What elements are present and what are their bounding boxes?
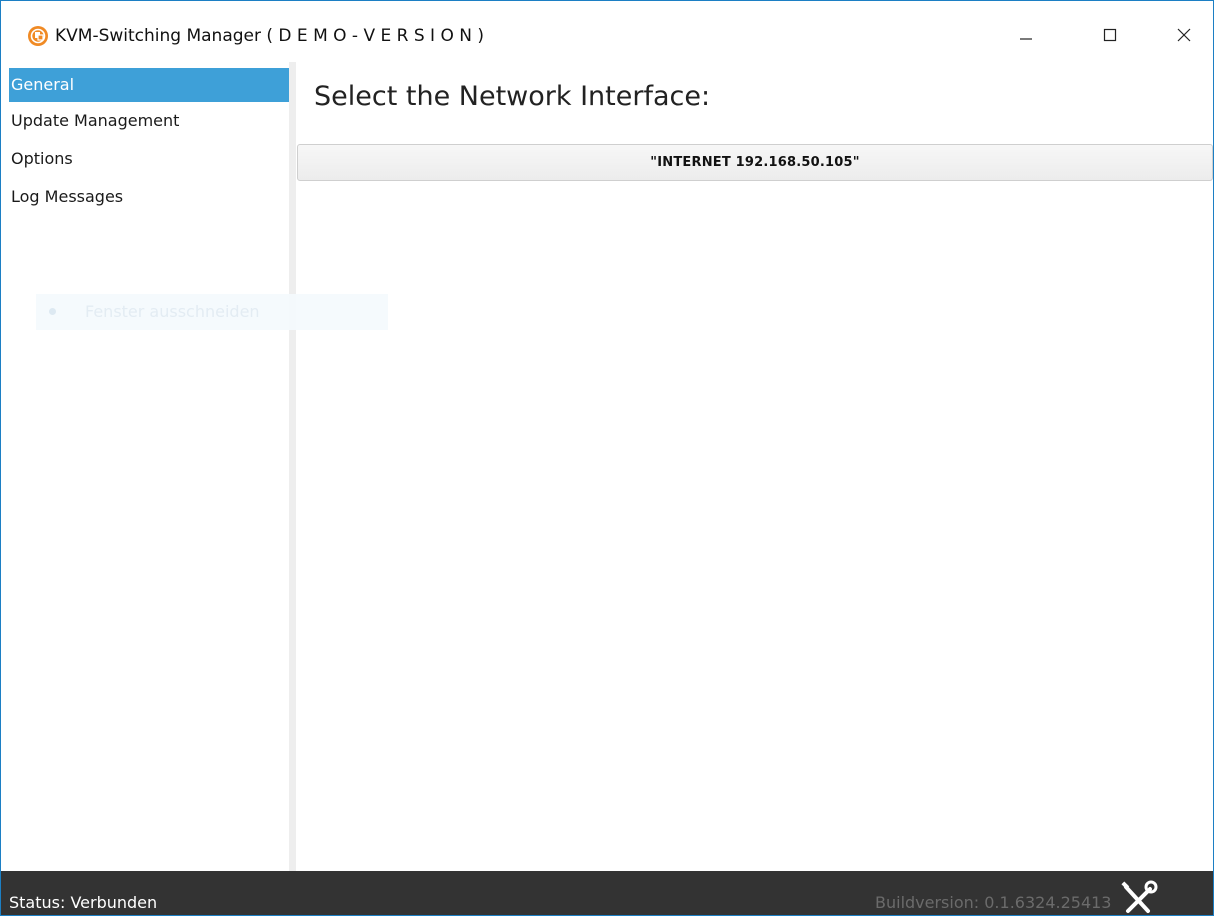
sidebar-item-update-management[interactable]: Update Management: [9, 103, 289, 139]
title-bar[interactable]: KVM-Switching Manager ( D E M O - V E R …: [1, 1, 1213, 62]
ghost-overlay-label: Fenster ausschneiden: [85, 302, 260, 321]
sidebar-item-label: Log Messages: [11, 187, 124, 206]
network-interface-label: "INTERNET 192.168.50.105": [650, 155, 860, 170]
sidebar-item-general[interactable]: General: [9, 68, 289, 102]
tools-icon[interactable]: [1117, 879, 1159, 915]
app-logo-icon: [28, 26, 48, 46]
window-title: KVM-Switching Manager ( D E M O - V E R …: [55, 26, 485, 46]
status-text: Status: Verbunden: [9, 893, 158, 912]
close-button[interactable]: [1161, 15, 1207, 55]
sidebar-item-log-messages[interactable]: Log Messages: [9, 179, 289, 215]
build-version: Buildversion: 0.1.6324.25413: [875, 893, 1112, 912]
minimize-icon: [1020, 38, 1032, 40]
close-icon: [1177, 28, 1191, 42]
sidebar-item-label: Options: [11, 149, 73, 168]
sidebar-item-options[interactable]: Options: [9, 141, 289, 177]
ghost-bullet-icon: [49, 308, 56, 315]
sidebar-splitter[interactable]: [289, 62, 296, 871]
maximize-button[interactable]: [1087, 15, 1133, 55]
sidebar-item-label: Update Management: [11, 111, 180, 130]
sidebar-item-label: General: [11, 75, 75, 94]
minimize-button[interactable]: [1003, 15, 1049, 55]
maximize-icon: [1103, 28, 1117, 42]
network-interface-button[interactable]: "INTERNET 192.168.50.105": [297, 144, 1213, 181]
app-window: KVM-Switching Manager ( D E M O - V E R …: [0, 0, 1214, 916]
page-title: Select the Network Interface:: [314, 81, 711, 112]
